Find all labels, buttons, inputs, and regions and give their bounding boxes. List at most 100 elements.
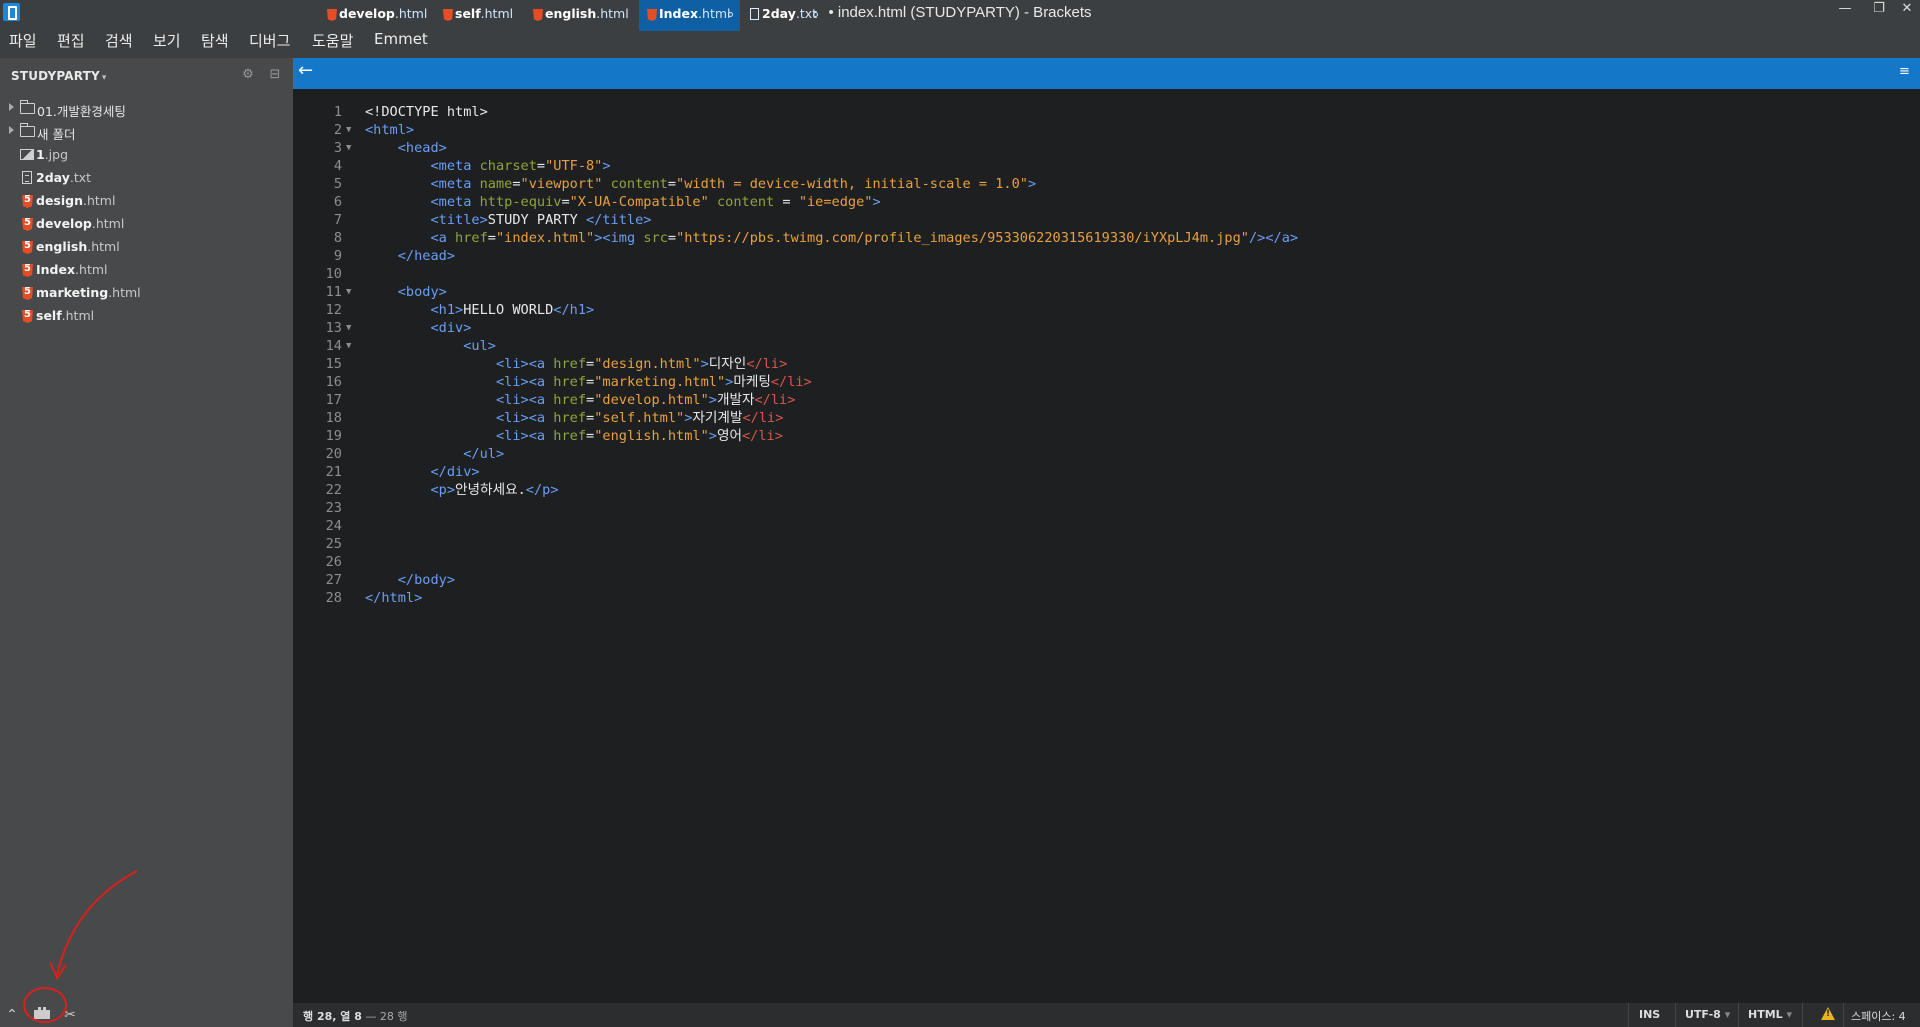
line-number: 17 [325, 392, 342, 408]
code-line[interactable]: 28 </html> [293, 589, 1920, 607]
code-line[interactable]: 17 <li><a href="develop.html">개발자</li> [293, 391, 1920, 409]
sidebar-bottom-toolbar: ⌃ ✂ [0, 1003, 293, 1027]
code-line[interactable]: 18 <li><a href="self.html">자기계발</li> [293, 409, 1920, 427]
code-line[interactable]: 10 [293, 265, 1920, 283]
code-line[interactable]: 24 [293, 517, 1920, 535]
project-dropdown[interactable]: STUDYPARTY ▾ [11, 69, 107, 83]
warning-icon[interactable] [1821, 1007, 1835, 1020]
fold-toggle-icon[interactable]: ▼ [346, 319, 351, 337]
menu-lines-icon[interactable]: ≡ [1899, 64, 1910, 79]
split-view-icon[interactable]: ⊟ [267, 67, 283, 83]
code-line[interactable]: 16 <li><a href="marketing.html">마케팅</li> [293, 373, 1920, 391]
tree-file-item[interactable]: 2day.txt [0, 167, 293, 190]
indent-setting[interactable]: 스페이스: 4 [1851, 1008, 1906, 1024]
code-text: <h1>HELLO WORLD</h1> [430, 302, 595, 318]
minimize-button[interactable]: — [1830, 0, 1860, 22]
code-line[interactable]: 22 <p>안녕하세요.</p> [293, 481, 1920, 499]
tree-file-item[interactable]: design.html [0, 190, 293, 213]
folder-label: 01.개발환경세팅 [37, 104, 126, 119]
html5-icon [22, 195, 33, 208]
html5-icon [22, 241, 33, 254]
code-line[interactable]: 15 <li><a href="design.html">디자인</li> [293, 355, 1920, 373]
code-line[interactable]: 26 [293, 553, 1920, 571]
back-arrow-icon[interactable]: ← [298, 60, 313, 81]
code-line[interactable]: 11 ▼ <body> [293, 283, 1920, 301]
tree-file-item[interactable]: develop.html [0, 213, 293, 236]
code-line[interactable]: 2 ▼ <html> [293, 121, 1920, 139]
code-line[interactable]: 13 ▼ <div> [293, 319, 1920, 337]
expand-arrow-icon[interactable] [9, 103, 14, 111]
code-line[interactable]: 4 <meta charset="UTF-8"> [293, 157, 1920, 175]
code-line[interactable]: 27 </body> [293, 571, 1920, 589]
line-number: 7 [333, 212, 342, 228]
tree-file-item[interactable]: Index.html [0, 259, 293, 282]
code-line[interactable]: 1 <!DOCTYPE html> [293, 103, 1920, 121]
menu-navigate[interactable]: 탐색 [201, 30, 229, 51]
file-tree: 01.개발환경세팅 새 폴더 1.jpg 2day.txt design.htm… [0, 98, 293, 328]
chevron-up-icon[interactable]: ⌃ [2, 1006, 22, 1024]
code-line[interactable]: 6 <meta http-equiv="X-UA-Compatible" con… [293, 193, 1920, 211]
file-label: english.html [36, 239, 120, 254]
restore-button[interactable]: ❐ [1864, 0, 1894, 22]
expand-arrow-icon[interactable] [9, 126, 14, 134]
tools-icon[interactable]: ✂ [60, 1006, 80, 1024]
code-line[interactable]: 3 ▼ <head> [293, 139, 1920, 157]
code-text: </head> [397, 248, 456, 264]
fold-toggle-icon[interactable]: ▼ [346, 121, 351, 139]
code-line[interactable]: 14 ▼ <ul> [293, 337, 1920, 355]
encoding-select[interactable]: UTF-8 ▾ [1685, 1008, 1730, 1021]
code-line[interactable]: 5 <meta name="viewport" content="width =… [293, 175, 1920, 193]
tab-bar [293, 58, 1920, 89]
language-select[interactable]: HTML ▾ [1748, 1008, 1792, 1021]
menu-emmet[interactable]: Emmet [374, 30, 428, 48]
tab-english[interactable]: english.html [525, 0, 637, 31]
tree-folder-item[interactable]: 01.개발환경세팅 [0, 98, 293, 121]
code-line[interactable]: 12 <h1>HELLO WORLD</h1> [293, 301, 1920, 319]
code-area[interactable]: 1 <!DOCTYPE html> 2 ▼ <html> 3 ▼ <head> 4 <meta… [293, 103, 1920, 607]
tab-index[interactable]: Index.html [639, 0, 740, 31]
code-line[interactable]: 9 </head> [293, 247, 1920, 265]
code-text: <li><a href="self.html">자기계발</li> [495, 410, 784, 426]
tab-self[interactable]: self.html [435, 0, 525, 31]
line-number: 24 [325, 518, 342, 534]
menu-view[interactable]: 보기 [153, 30, 181, 51]
menu-bar: 파일 편집 검색 보기 탐색 디버그 도움말 Emmet [0, 26, 1920, 58]
project-name: STUDYPARTY [11, 69, 100, 83]
fold-toggle-icon[interactable]: ▼ [346, 139, 351, 157]
code-line[interactable]: 25 [293, 535, 1920, 553]
code-line[interactable]: 19 <li><a href="english.html">영어</li> [293, 427, 1920, 445]
line-number: 18 [325, 410, 342, 426]
fold-toggle-icon[interactable]: ▼ [346, 283, 351, 301]
tree-file-item[interactable]: 1.jpg [0, 144, 293, 167]
tree-folder-item[interactable]: 새 폴더 [0, 121, 293, 144]
menu-file[interactable]: 파일 [9, 30, 37, 51]
menu-debug[interactable]: 디버그 [249, 30, 290, 51]
window-title: • index.html (STUDYPARTY) - Brackets [828, 4, 1092, 21]
code-line[interactable]: 23 [293, 499, 1920, 517]
menu-edit[interactable]: 편집 [57, 30, 85, 51]
menu-find[interactable]: 검색 [105, 30, 133, 51]
line-number: 27 [325, 572, 342, 588]
line-number: 8 [333, 230, 342, 246]
tree-file-item[interactable]: english.html [0, 236, 293, 259]
insert-mode-toggle[interactable]: INS [1639, 1008, 1660, 1021]
fold-toggle-icon[interactable]: ▼ [346, 337, 351, 355]
code-line[interactable]: 8 <a href="index.html"><img src="https:/… [293, 229, 1920, 247]
code-line[interactable]: 21 </div> [293, 463, 1920, 481]
code-editor[interactable]: 1 <!DOCTYPE html> 2 ▼ <html> 3 ▼ <head> 4 <meta… [293, 89, 1920, 1003]
line-number: 13 [325, 320, 342, 336]
gear-icon[interactable]: ⚙ [240, 67, 256, 83]
extension-manager-icon[interactable] [32, 1006, 52, 1024]
code-text: <li><a href="develop.html">개발자</li> [495, 392, 796, 408]
code-text: <li><a href="design.html">디자인</li> [495, 356, 788, 372]
tree-file-item[interactable]: marketing.html [0, 282, 293, 305]
tab-2day[interactable]: 2day.txt [742, 0, 822, 31]
code-line[interactable]: 7 <title>STUDY PARTY </title> [293, 211, 1920, 229]
menu-help[interactable]: 도움말 [312, 30, 353, 51]
code-text: </ul> [463, 446, 505, 462]
tab-develop[interactable]: develop.html [319, 0, 434, 31]
tree-file-item[interactable]: self.html [0, 305, 293, 328]
file-label: self.html [36, 308, 95, 323]
close-button[interactable]: ✕ [1892, 0, 1920, 22]
code-line[interactable]: 20 </ul> [293, 445, 1920, 463]
